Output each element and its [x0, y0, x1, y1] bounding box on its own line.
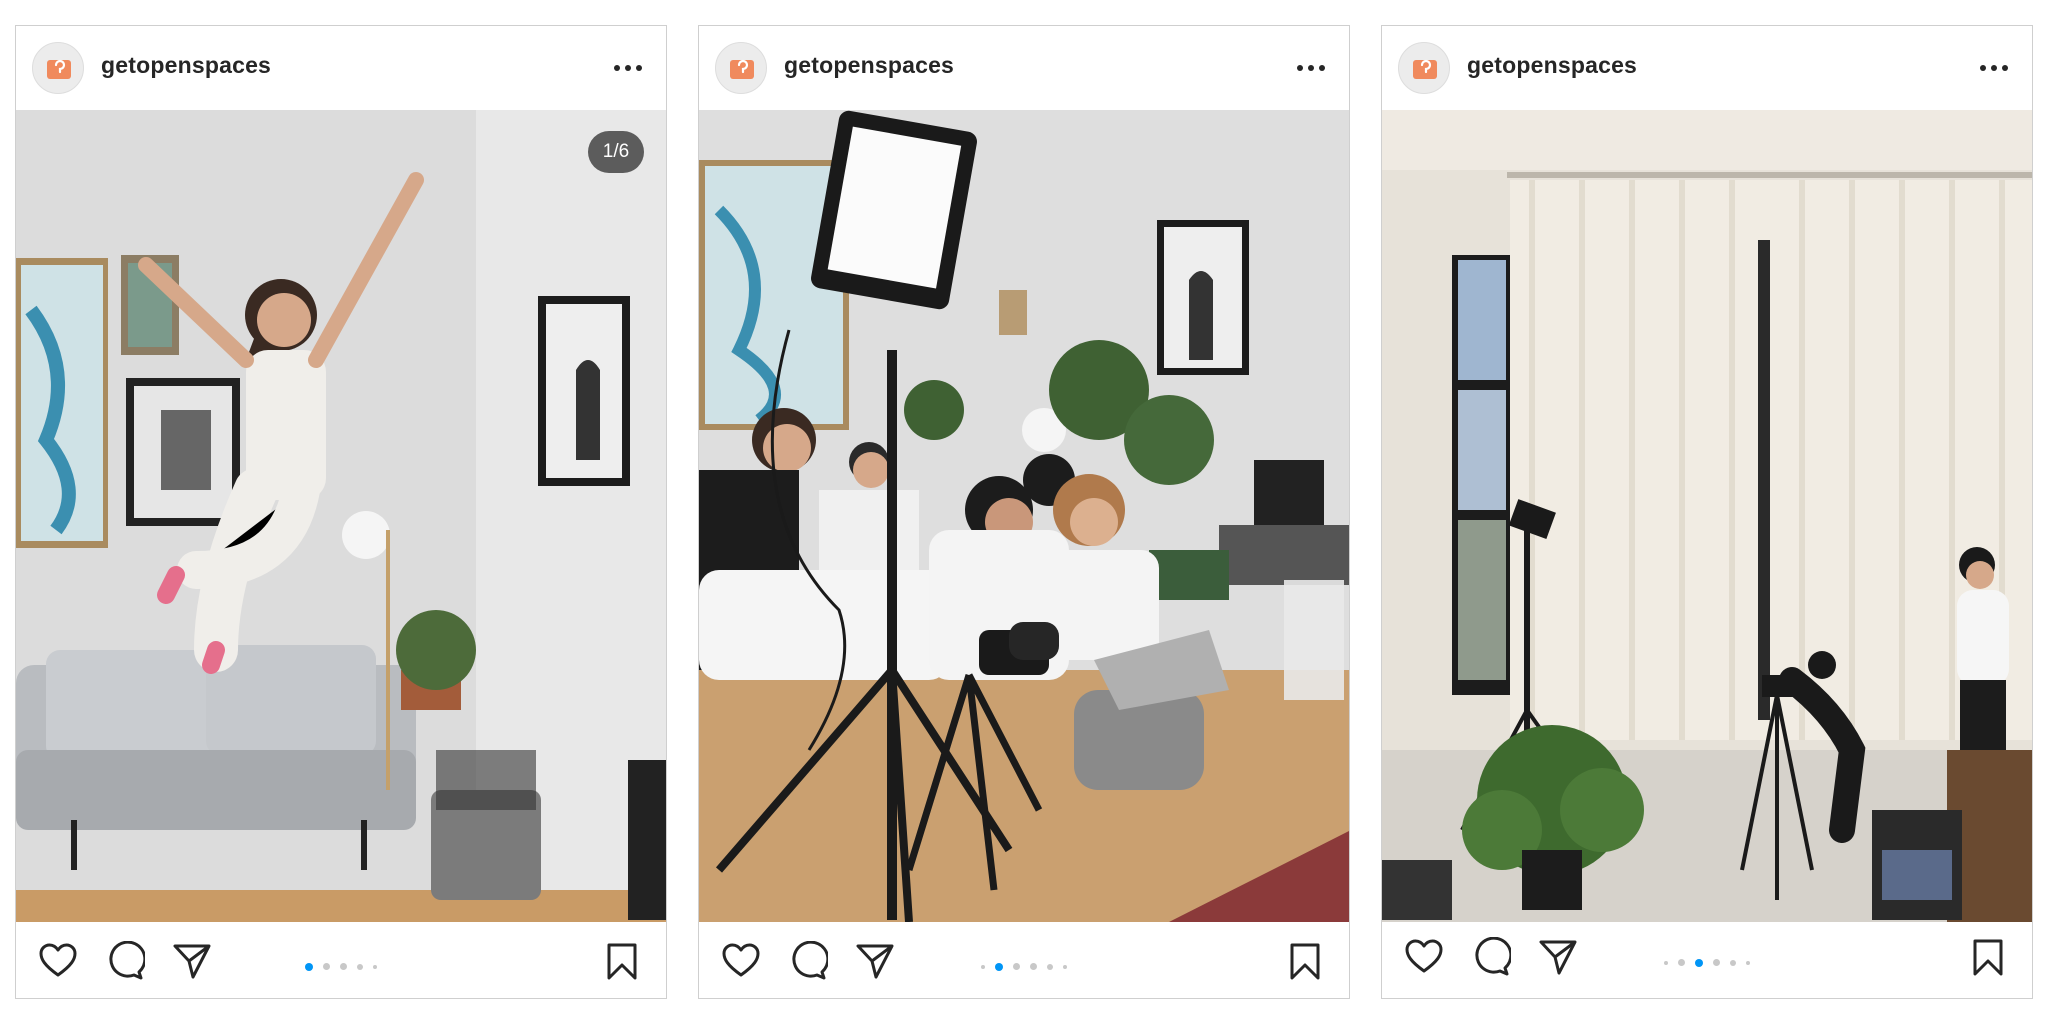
more-dots-icon[interactable] [1976, 56, 2012, 80]
post-header: getopenspaces [16, 26, 666, 110]
avatar[interactable] [32, 42, 84, 94]
carousel-dot [1030, 963, 1037, 971]
heart-icon[interactable] [1404, 937, 1444, 977]
heart-icon[interactable] [38, 941, 78, 981]
avatar[interactable] [715, 42, 767, 94]
carousel-dot [1047, 963, 1053, 970]
post-image[interactable] [699, 110, 1349, 922]
carousel-dot [1664, 960, 1668, 965]
carousel-dot [305, 962, 313, 971]
action-bar [699, 922, 1349, 998]
carousel-dot [340, 963, 347, 971]
carousel-dot [373, 964, 377, 969]
more-dots-icon[interactable] [1293, 56, 1329, 80]
carousel-dot [357, 963, 363, 970]
username[interactable]: getopenspaces [784, 52, 954, 79]
bookmark-icon[interactable] [602, 941, 642, 981]
brand-logo-icon [1413, 59, 1437, 79]
post-header: getopenspaces [1382, 26, 2032, 110]
more-dots-icon[interactable] [610, 56, 646, 80]
comment-icon[interactable] [788, 941, 828, 981]
brand-logo-icon [47, 59, 71, 79]
slide-counter: 1/6 [588, 131, 644, 173]
post-card: getopenspaces [15, 25, 667, 999]
action-bar [16, 922, 666, 998]
post-card: getopenspaces [698, 25, 1350, 999]
carousel-dot [1063, 964, 1067, 969]
carousel-dots [1659, 954, 1755, 967]
heart-icon[interactable] [721, 941, 761, 981]
username[interactable]: getopenspaces [1467, 52, 1637, 79]
post-image[interactable] [1382, 110, 2032, 922]
send-icon[interactable] [1538, 937, 1578, 977]
carousel-dot [981, 964, 985, 969]
username[interactable]: getopenspaces [101, 52, 271, 79]
photo-loft-studio [1382, 110, 2032, 922]
send-icon[interactable] [172, 941, 212, 981]
action-bar [1382, 922, 2032, 998]
post-image[interactable]: 1/6 [16, 110, 666, 922]
carousel-dot [323, 963, 330, 971]
carousel-dots [976, 958, 1072, 971]
photo-shoot-setup [699, 110, 1349, 922]
bookmark-icon[interactable] [1285, 941, 1325, 981]
carousel-dot [995, 962, 1003, 971]
carousel-dot [1730, 959, 1736, 966]
carousel-dots [300, 958, 382, 971]
comment-icon[interactable] [105, 941, 145, 981]
carousel-dot [1746, 960, 1750, 965]
post-header: getopenspaces [699, 26, 1349, 110]
avatar[interactable] [1398, 42, 1450, 94]
carousel-dot [1013, 963, 1020, 971]
brand-logo-icon [730, 59, 754, 79]
photo-living-room [16, 110, 666, 922]
carousel-dot [1695, 958, 1703, 967]
bookmark-icon[interactable] [1968, 937, 2008, 977]
carousel-dot [1713, 959, 1720, 967]
comment-icon[interactable] [1471, 937, 1511, 977]
send-icon[interactable] [855, 941, 895, 981]
carousel-dot [1678, 959, 1685, 967]
post-card: getopenspaces [1381, 25, 2033, 999]
